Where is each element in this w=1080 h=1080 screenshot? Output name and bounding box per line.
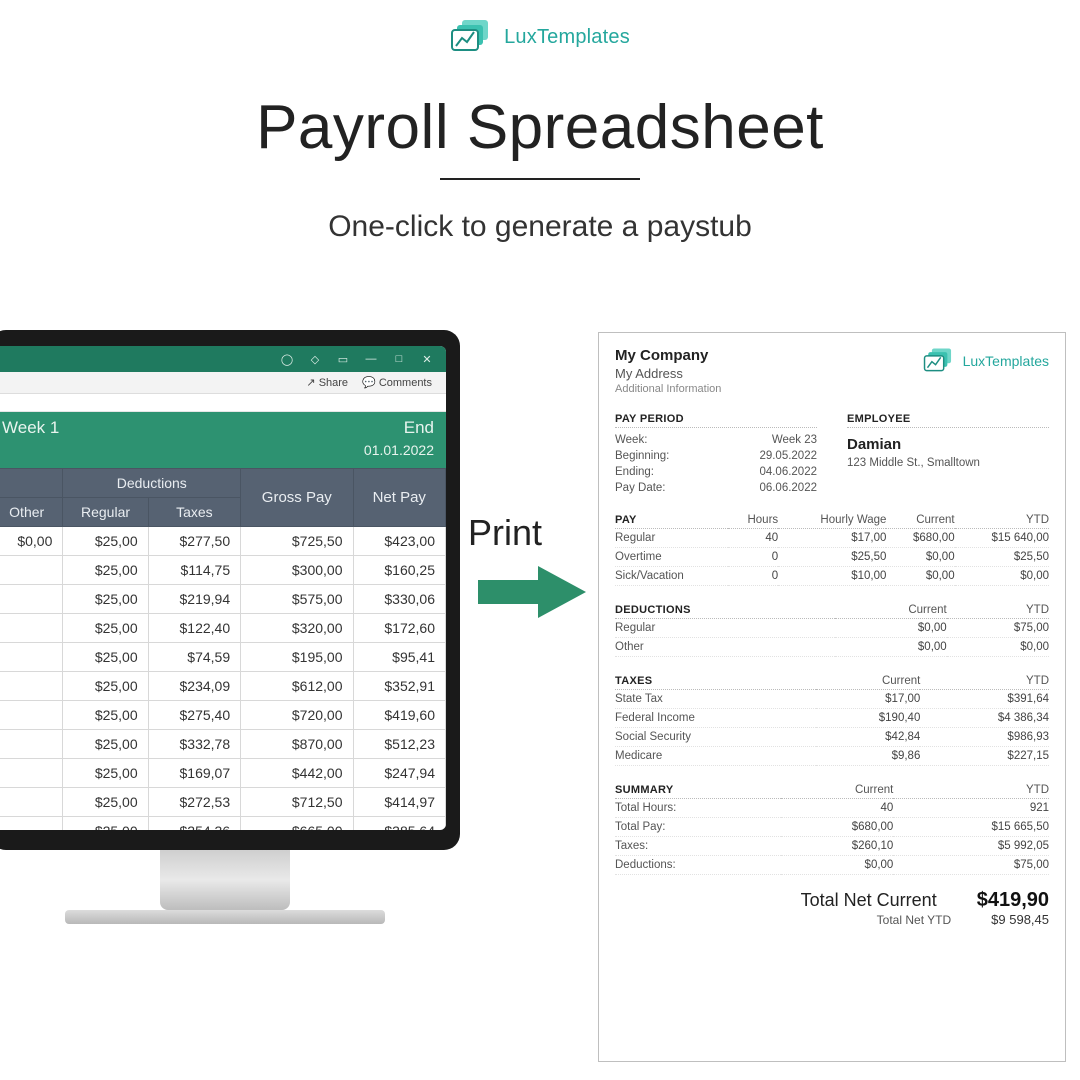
monitor-mock: ◯ ◇ ▭ — □ ✕ ↗ Share 💬 Comments Week 1 En… xyxy=(0,330,460,924)
share-button[interactable]: ↗ Share xyxy=(306,376,348,389)
table-row[interactable]: $25,00$74,59$195,00$95,41 xyxy=(0,643,446,672)
col-taxes: Taxes xyxy=(148,498,240,527)
table-row[interactable]: $25,00$114,75$300,00$160,25 xyxy=(0,556,446,585)
brand-block: LuxTemplates xyxy=(0,18,1080,56)
sheet-week-label: Week 1 xyxy=(2,418,59,438)
company-name: My Company xyxy=(615,347,721,364)
pp-end-k: Ending: xyxy=(615,466,654,478)
table-row: Regular40$17,00$680,00$15 640,00 xyxy=(615,529,1049,548)
diamond-icon: ◇ xyxy=(306,352,324,366)
pp-begin-v: 29.05.2022 xyxy=(759,450,817,462)
page-title: Payroll Spreadsheet xyxy=(0,92,1080,163)
table-row: Taxes:$260,10$5 992,05 xyxy=(615,837,1049,856)
company-info: Additional Information xyxy=(615,383,721,395)
comments-button[interactable]: 💬 Comments xyxy=(362,376,432,389)
table-row: Deductions:$0,00$75,00 xyxy=(615,856,1049,875)
table-row: Sick/Vacation0$10,00$0,00$0,00 xyxy=(615,567,1049,586)
table-row[interactable]: $25,00$219,94$575,00$330,06 xyxy=(0,585,446,614)
table-row: Federal Income$190,40$4 386,34 xyxy=(615,709,1049,728)
pp-date-k: Pay Date: xyxy=(615,482,666,494)
table-row: Regular$0,00$75,00 xyxy=(615,619,1049,638)
table-row: Total Pay:$680,00$15 665,50 xyxy=(615,818,1049,837)
user-icon: ◯ xyxy=(278,352,296,366)
col-group-deductions: Deductions xyxy=(63,469,241,498)
print-label: Print xyxy=(468,512,542,554)
table-row[interactable]: $25,00$332,78$870,00$512,23 xyxy=(0,730,446,759)
pp-date-v: 06.06.2022 xyxy=(759,482,817,494)
sheet-end-date: 01.01.2022 xyxy=(364,442,434,458)
company-address: My Address xyxy=(615,366,721,381)
table-row[interactable]: $25,00$122,40$320,00$172,60 xyxy=(0,614,446,643)
net-ytd-value: $9 598,45 xyxy=(991,912,1049,927)
table-row[interactable]: $0,00$25,00$277,50$725,50$423,00 xyxy=(0,527,446,556)
col-gross: Gross Pay xyxy=(241,469,353,527)
payroll-table: Deductions Gross Pay Net Pay Other Regul… xyxy=(0,468,446,830)
table-row: Medicare$9,86$227,15 xyxy=(615,747,1049,766)
pay-period-heading: PAY PERIOD xyxy=(615,413,817,428)
pay-table: PAY Hours Hourly Wage Current YTD Regula… xyxy=(615,512,1049,586)
window-minimize-icon[interactable]: — xyxy=(362,352,380,366)
brand-logo-icon xyxy=(450,18,496,56)
employee-heading: EMPLOYEE xyxy=(847,413,1049,428)
paystub-logo-text: LuxTemplates xyxy=(963,353,1049,369)
table-row: State Tax$17,00$391,64 xyxy=(615,690,1049,709)
sheet-header: Week 1 End 01.01.2022 xyxy=(0,412,446,468)
window-maximize-icon[interactable]: □ xyxy=(390,352,408,366)
net-ytd-label: Total Net YTD xyxy=(877,913,951,927)
brand-name: LuxTemplates xyxy=(504,26,630,49)
title-underline xyxy=(440,178,640,180)
excel-titlebar: ◯ ◇ ▭ — □ ✕ xyxy=(0,346,446,372)
paystub-totals: Total Net Current $419,90 Total Net YTD … xyxy=(615,889,1049,927)
window-restore-icon[interactable]: ▭ xyxy=(334,352,352,366)
table-row[interactable]: $25,00$234,09$612,00$352,91 xyxy=(0,672,446,701)
excel-ribbon: ↗ Share 💬 Comments xyxy=(0,372,446,394)
pp-begin-k: Beginning: xyxy=(615,450,669,462)
summary-table: SUMMARY Current YTD Total Hours:40921Tot… xyxy=(615,782,1049,875)
table-row: Overtime0$25,50$0,00$25,50 xyxy=(615,548,1049,567)
col-other: Other xyxy=(0,498,63,527)
pp-week-k: Week: xyxy=(615,434,647,446)
table-row[interactable]: $25,00$272,53$712,50$414,97 xyxy=(0,788,446,817)
table-row[interactable]: $25,00$169,07$442,00$247,94 xyxy=(0,759,446,788)
table-row[interactable]: $25,00$254,36$665,00$385,64 xyxy=(0,817,446,831)
sheet-end-label: End xyxy=(364,418,434,438)
col-net: Net Pay xyxy=(353,469,446,527)
paystub-logo: LuxTemplates xyxy=(923,347,1049,375)
arrow-right-icon xyxy=(478,562,588,622)
pp-week-v: Week 23 xyxy=(772,434,817,446)
paystub-document: My Company My Address Additional Informa… xyxy=(598,332,1066,1062)
employee-address: 123 Middle St., Smalltown xyxy=(847,457,1049,469)
net-current-value: $419,90 xyxy=(977,889,1049,912)
col-regular: Regular xyxy=(63,498,148,527)
taxes-table: TAXES Current YTD State Tax$17,00$391,64… xyxy=(615,673,1049,766)
employee-name: Damian xyxy=(847,432,1049,457)
deductions-table: DEDUCTIONS Current YTD Regular$0,00$75,0… xyxy=(615,602,1049,657)
net-current-label: Total Net Current xyxy=(801,890,937,911)
table-row: Other$0,00$0,00 xyxy=(615,638,1049,657)
page-subtitle: One-click to generate a paystub xyxy=(0,210,1080,244)
window-close-icon[interactable]: ✕ xyxy=(418,352,436,366)
table-row: Total Hours:40921 xyxy=(615,799,1049,818)
table-row: Social Security$42,84$986,93 xyxy=(615,728,1049,747)
table-row[interactable]: $25,00$275,40$720,00$419,60 xyxy=(0,701,446,730)
pp-end-v: 04.06.2022 xyxy=(759,466,817,478)
